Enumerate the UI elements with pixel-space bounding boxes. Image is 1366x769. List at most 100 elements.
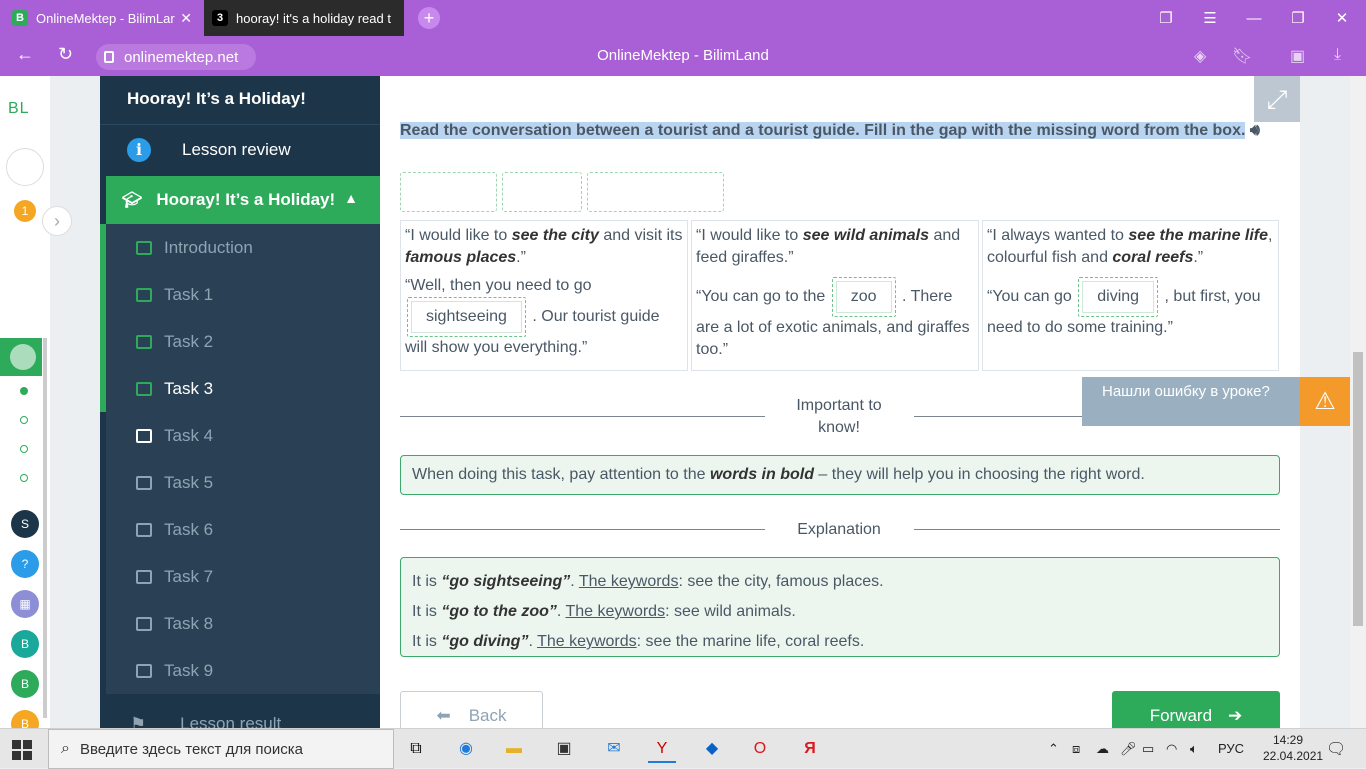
maximize-button[interactable]: ❐: [1276, 0, 1320, 36]
chevron-up-icon[interactable]: ⌃: [1048, 741, 1059, 757]
rail-scrollbar[interactable]: [43, 338, 47, 718]
battery-icon[interactable]: ▭: [1142, 741, 1154, 757]
profile-avatar[interactable]: [6, 148, 44, 186]
reload-icon[interactable]: ↻: [58, 44, 73, 65]
audio-icon[interactable]: 🔊︎: [1250, 122, 1260, 139]
sidebar-item-task-8[interactable]: Task 8: [106, 600, 380, 647]
sidebar-item-task-3[interactable]: Task 3: [106, 365, 380, 412]
fullscreen-icon[interactable]: ⤢: [1254, 76, 1300, 122]
back-button[interactable]: ⬅ Back: [400, 691, 543, 728]
close-tab-icon[interactable]: ✕: [180, 10, 192, 27]
info-icon: i: [127, 137, 151, 162]
warning-icon[interactable]: ⚠: [1300, 377, 1350, 426]
taskbar-search-input[interactable]: ⌕ Введите здесь текст для поиска: [48, 729, 394, 769]
chevron-up-icon: ▲: [344, 190, 358, 206]
sidebar-item-task-9[interactable]: Task 9: [106, 647, 380, 694]
menu-icon[interactable]: ☰: [1188, 0, 1232, 36]
tab-favicon-icon: 3: [212, 10, 228, 26]
yandex-icon[interactable]: Я: [796, 735, 824, 763]
lesson-result-label: Lesson result: [180, 714, 282, 728]
expand-rail-button[interactable]: ›: [42, 206, 72, 236]
url-field[interactable]: onlinemektep.net: [96, 44, 256, 70]
minimize-button[interactable]: —: [1232, 0, 1276, 36]
rail-dot[interactable]: [20, 445, 28, 453]
sidebar-item-task-1[interactable]: Task 1: [106, 271, 380, 318]
dropbox-icon[interactable]: ◆: [698, 735, 726, 763]
bilimland-app-icon[interactable]: B: [11, 670, 39, 698]
tourist-line: “I would like to see the city and visit …: [405, 227, 683, 266]
opera-icon[interactable]: O: [746, 735, 774, 763]
file-explorer-icon[interactable]: ▬: [500, 735, 528, 763]
answer-chip[interactable]: diving: [1082, 281, 1155, 313]
windows-start-icon[interactable]: [12, 740, 32, 760]
sidebar-item-label: Introduction: [164, 237, 253, 257]
page-scrollbar[interactable]: [1350, 76, 1366, 728]
close-window-button[interactable]: ✕: [1320, 0, 1364, 36]
notification-badge[interactable]: 1: [14, 200, 36, 222]
answer-chip[interactable]: sightseeing: [411, 301, 522, 333]
new-tab-button[interactable]: +: [418, 7, 440, 29]
bookmark-icon[interactable]: 🔖︎: [1232, 46, 1252, 66]
sidebar-item-task-4[interactable]: Task 4: [106, 412, 380, 459]
lesson-section-header[interactable]: 🎓︎ Hooray! It’s a Holiday! ▲: [106, 176, 380, 224]
forward-button[interactable]: Forward ➔: [1112, 691, 1280, 728]
sidebar-item-introduction[interactable]: Introduction: [106, 224, 380, 271]
clock[interactable]: 14:29 22.04.2021: [1263, 732, 1323, 764]
bilimland-logo[interactable]: BL: [8, 100, 30, 118]
rail-dot[interactable]: [20, 387, 28, 395]
back-label: Back: [468, 706, 507, 725]
sidebar-item-task-7[interactable]: Task 7: [106, 553, 380, 600]
download-icon[interactable]: ⤓: [1334, 46, 1341, 64]
divider: [400, 529, 765, 530]
report-error-button[interactable]: Нашли ошибку в уроке?: [1082, 377, 1300, 426]
keyboard-icon[interactable]: ▦: [11, 590, 39, 618]
sidebar-item-task-6[interactable]: Task 6: [106, 506, 380, 553]
tray-app-icon[interactable]: ⧈: [1072, 741, 1080, 757]
answer-drop-zone[interactable]: diving: [1078, 277, 1159, 317]
volume-icon[interactable]: 🔈︎: [1190, 741, 1198, 757]
lesson-result-item[interactable]: ⚑ Lesson result: [100, 704, 380, 729]
important-note: When doing this task, pay attention to t…: [400, 455, 1280, 495]
bilim-content-icon[interactable]: B: [11, 630, 39, 658]
windows-taskbar: ⌕ Введите здесь текст для поиска ⧉ ◉ ▬ ▣…: [0, 728, 1366, 769]
mail-icon[interactable]: ✉: [600, 735, 628, 763]
answer-chip[interactable]: zoo: [835, 281, 892, 313]
cloud-icon[interactable]: ☁: [1096, 741, 1109, 757]
edit-icon: [136, 381, 152, 396]
word-bank-slot[interactable]: [400, 172, 497, 212]
answer-drop-zone[interactable]: sightseeing: [407, 297, 526, 337]
extension-icon[interactable]: ◈: [1194, 46, 1206, 66]
word-bank-slot[interactable]: [502, 172, 582, 212]
sidebar-item-task-5[interactable]: Task 5: [106, 459, 380, 506]
tab-onlinemektep[interactable]: B OnlineMektep - BilimLar ✕: [4, 0, 200, 36]
task-view-icon[interactable]: ⧉: [402, 735, 430, 763]
lesson-review-item[interactable]: i Lesson review: [100, 124, 380, 174]
edit-icon: [136, 428, 152, 443]
store-icon[interactable]: ▣: [550, 735, 578, 763]
language-indicator[interactable]: РУС: [1218, 741, 1244, 756]
help-icon[interactable]: ?: [11, 550, 39, 578]
wifi-icon[interactable]: ◠: [1166, 741, 1177, 757]
wallet-icon[interactable]: ▣: [1290, 46, 1305, 66]
conversation-card: “I would like to see wild animals and fe…: [691, 220, 979, 371]
smart-nation-icon[interactable]: S: [11, 510, 39, 538]
online-mektep-rail-item[interactable]: [0, 338, 42, 376]
bilimland-favicon-icon: B: [12, 10, 28, 26]
address-bar: ← ↻ onlinemektep.net OnlineMektep - Bili…: [0, 36, 1366, 76]
back-arrow-icon[interactable]: ←: [16, 44, 34, 65]
sidebar-item-task-2[interactable]: Task 2: [106, 318, 380, 365]
yandex-browser-icon[interactable]: Y: [648, 735, 676, 763]
sidebar-item-label: Task 2: [164, 331, 214, 351]
tab-hooray[interactable]: 3 hooray! it's a holiday read t: [204, 0, 404, 36]
rail-dot[interactable]: [20, 416, 28, 424]
microphone-icon[interactable]: 🎤︎: [1120, 741, 1137, 757]
answer-drop-zone[interactable]: zoo: [831, 277, 896, 317]
word-bank-slot[interactable]: [587, 172, 724, 212]
edge-icon[interactable]: ◉: [452, 735, 480, 763]
tab-search-icon[interactable]: ❐: [1144, 0, 1188, 36]
notifications-icon[interactable]: 🗨︎: [1326, 739, 1346, 759]
rail-dot[interactable]: [20, 474, 28, 482]
clock-time: 14:29: [1272, 733, 1304, 747]
scrollbar-thumb[interactable]: [1353, 352, 1363, 626]
sidebar-item-label: Task 7: [164, 566, 214, 586]
